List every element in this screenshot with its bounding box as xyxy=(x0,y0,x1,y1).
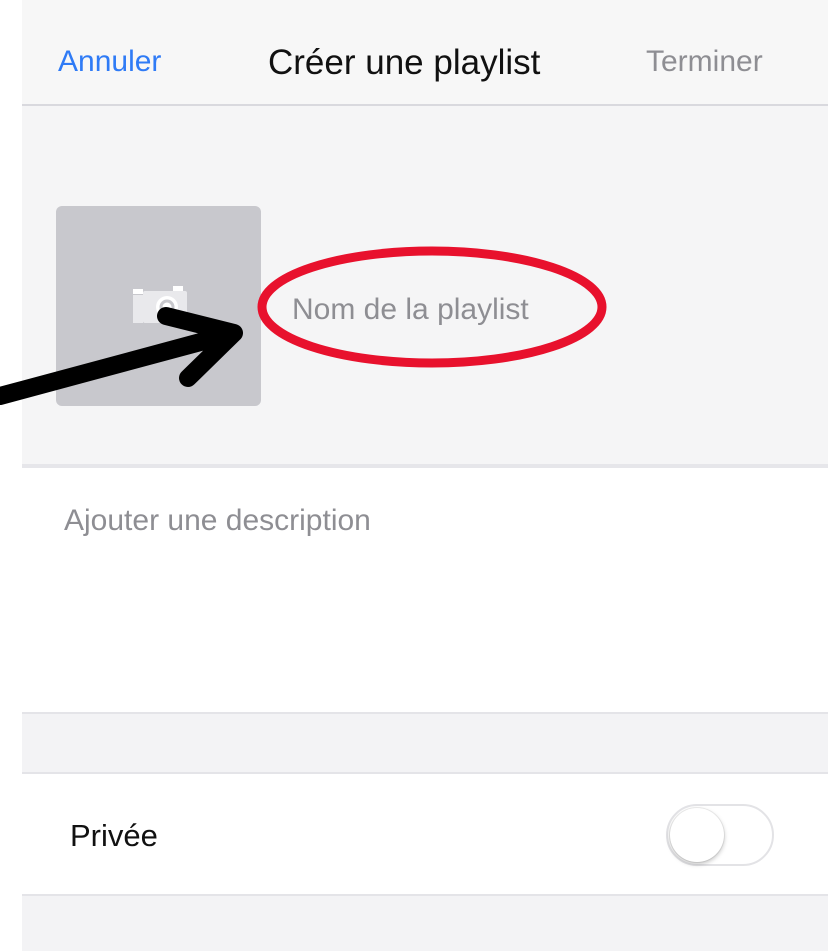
playlist-name-input[interactable] xyxy=(292,286,592,334)
page-title: Créer une playlist xyxy=(268,43,541,82)
description-section xyxy=(22,468,828,712)
navigation-bar: Annuler Créer une playlist Terminer xyxy=(22,0,828,106)
toggle-knob xyxy=(670,808,724,862)
private-toggle[interactable] xyxy=(666,804,774,866)
playlist-artwork-button[interactable] xyxy=(56,206,261,406)
private-label: Privée xyxy=(70,818,158,853)
done-button[interactable]: Terminer xyxy=(646,45,763,79)
cancel-button[interactable]: Annuler xyxy=(58,45,161,79)
create-playlist-screen: Annuler Créer une playlist Terminer Priv… xyxy=(0,0,828,951)
section-gap xyxy=(22,712,828,774)
left-margin xyxy=(0,0,22,951)
bottom-spacer xyxy=(22,894,828,951)
playlist-header xyxy=(22,106,828,464)
camera-icon xyxy=(133,286,187,323)
description-input[interactable] xyxy=(64,504,764,624)
private-setting-row: Privée xyxy=(22,774,828,894)
